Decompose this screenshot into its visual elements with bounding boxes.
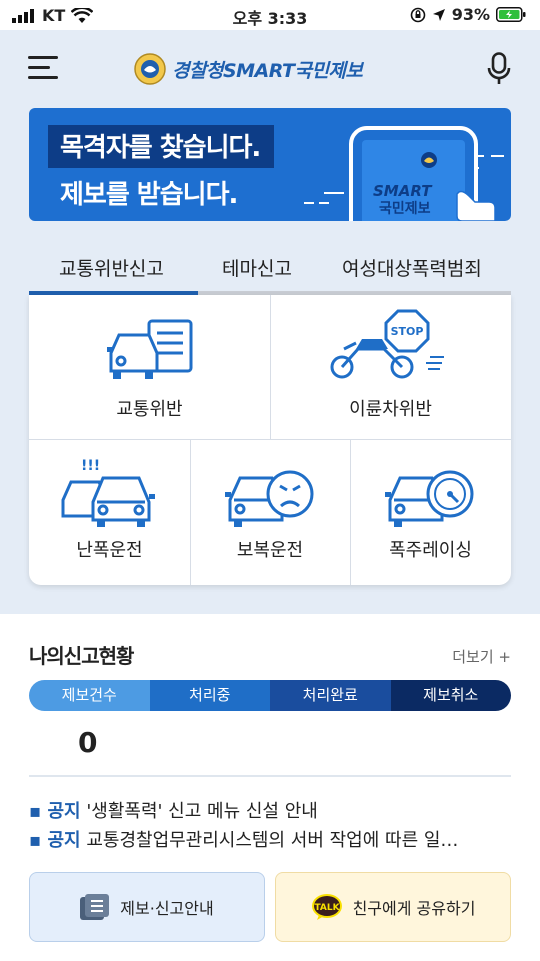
app-logo: 경찰청SMART국민제보	[134, 52, 363, 86]
notice-tag: 공지	[47, 801, 81, 822]
tab-traffic-violation[interactable]: 교통위반신고	[59, 254, 164, 281]
segment-cancelled[interactable]: 제보취소	[390, 680, 511, 711]
kakaotalk-icon: TALK	[311, 894, 342, 920]
category-label: 난폭운전	[76, 540, 143, 561]
status-right: 93%	[410, 5, 526, 24]
svg-text:!!!: !!!	[81, 458, 100, 474]
segment-submitted[interactable]: 제보건수	[29, 680, 150, 711]
segment-processing[interactable]: 처리중	[149, 680, 270, 711]
guide-book-icon	[80, 894, 110, 920]
banner-line-2: 제보를 받습니다.	[60, 180, 238, 210]
motorcycle-stop-icon: STOP	[330, 309, 444, 379]
share-friend-button[interactable]: TALK 친구에게 공유하기	[275, 872, 511, 942]
category-traffic-violation[interactable]: 교통위반	[29, 295, 270, 439]
category-reckless-driving[interactable]: !!! 난폭운전	[29, 440, 190, 585]
banner-line-1: 목격자를 찾습니다.	[48, 125, 275, 168]
kakao-talk-badge: TALK	[314, 903, 340, 913]
car-document-icon	[107, 319, 193, 379]
notice-tag: 공지	[47, 830, 81, 851]
stop-sign-text: STOP	[391, 325, 424, 338]
share-button-label: 친구에게 공유하기	[352, 899, 476, 918]
category-label: 보복운전	[236, 540, 304, 561]
phone-smart-text: SMART	[373, 182, 433, 200]
top-bar: 경찰청SMART국민제보	[0, 30, 540, 108]
more-link[interactable]: 더보기 +	[452, 646, 511, 667]
notice-text: 교통경찰업무관리시스템의 서버 작업에 따른 일…	[86, 830, 459, 851]
battery-icon	[496, 7, 526, 22]
battery-percent: 93%	[451, 5, 490, 24]
section-divider	[29, 775, 511, 777]
notice-item[interactable]: ▪ 공지 교통경찰업무관리시스템의 서버 작업에 따른 일…	[29, 826, 511, 852]
orientation-lock-icon	[410, 7, 426, 22]
notice-bullet: ▪	[29, 801, 48, 822]
speedometer-car-icon	[385, 470, 474, 527]
guide-button-label: 제보·신고안내	[120, 899, 214, 918]
category-label: 폭주레이싱	[389, 540, 472, 561]
category-label: 교통위반	[116, 399, 183, 420]
category-label: 이륜차위반	[349, 399, 432, 420]
notice-bullet: ▪	[29, 830, 48, 851]
report-status-segments: 제보건수 처리중 처리완료 제보취소	[29, 680, 511, 711]
tab-theme-report[interactable]: 테마신고	[222, 254, 292, 281]
notice-item[interactable]: ▪ 공지 '생활폭력' 신고 메뉴 신설 안내	[29, 797, 511, 823]
tab-violence-against-women[interactable]: 여성대상폭력범죄	[342, 254, 482, 281]
status-bar: KT 오후 3:33 93%	[0, 0, 540, 30]
category-two-wheeler-violation[interactable]: STOP 이륜차위반	[270, 295, 511, 439]
phone-brand-text: 국민제보	[379, 200, 431, 217]
report-tabs: 교통위반신고 테마신고 여성대상폭력범죄	[29, 240, 511, 295]
menu-icon[interactable]	[28, 56, 58, 82]
category-retaliatory-driving[interactable]: 보복운전	[190, 440, 350, 585]
notice-text: '생활폭력' 신고 메뉴 신설 안내	[86, 801, 318, 822]
microphone-icon[interactable]	[486, 52, 512, 86]
angry-car-icon	[225, 470, 314, 527]
segment-completed[interactable]: 처리완료	[270, 680, 391, 711]
category-racing[interactable]: 폭주레이싱	[350, 440, 511, 585]
report-guide-button[interactable]: 제보·신고안내	[29, 872, 265, 942]
section-title: 나의신고현황	[29, 644, 134, 668]
my-report-section: 나의신고현황 더보기 + 제보건수 처리중 처리완료 제보취소 0 ▪ 공지 '…	[0, 614, 540, 961]
report-count: 0	[78, 726, 98, 759]
reckless-cars-icon: !!!	[61, 458, 155, 527]
logo-text: 경찰청SMART국민제보	[172, 59, 363, 82]
promo-banner[interactable]: 목격자를 찾습니다. 제보를 받습니다. SMART 국민제보	[29, 108, 511, 221]
phone-illustration: SMART 국민제보	[304, 126, 504, 221]
category-grid: 교통위반 STOP 이륜차위반 !!! 난폭운전 보복운전 폭주레이싱	[29, 295, 511, 585]
police-emblem-icon	[134, 53, 166, 85]
location-icon	[432, 8, 445, 21]
